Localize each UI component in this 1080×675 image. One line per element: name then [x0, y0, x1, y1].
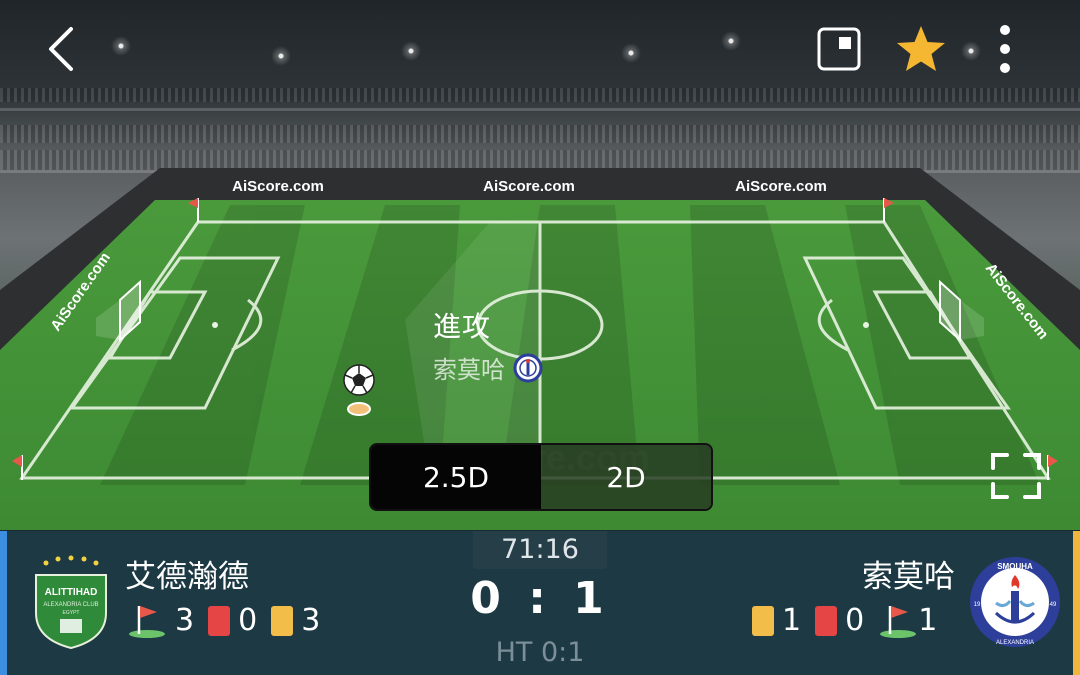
away-red-cards: 0 [815, 603, 864, 638]
away-yellow-cards-count: 1 [782, 603, 802, 638]
ad-text: AiScore.com [735, 178, 827, 195]
corner-flag-icon [129, 605, 165, 638]
away-team-name[interactable]: 索莫哈 [862, 551, 955, 596]
red-card-icon [815, 605, 838, 636]
away-color-bar [1073, 531, 1080, 675]
half-time-score: HT 0:1 [495, 637, 585, 668]
home-red-cards: 0 [208, 603, 257, 638]
home-corners: 3 [127, 603, 194, 638]
away-corners-count: 1 [918, 603, 938, 638]
scoreboard: ALITTIHAD ALEXANDRIA CLUB EGYPT 艾德瀚德 3 0… [0, 531, 1080, 675]
match-tracker-stage: AiScore.com AiScore.com AiScore.com AiSc… [0, 0, 1080, 530]
home-logo-country: EGYPT [63, 610, 80, 616]
match-score: 0 : 1 [470, 573, 610, 624]
chevron-left-icon [49, 27, 73, 71]
home-color-bar [0, 531, 7, 675]
more-vertical-icon [1000, 25, 1010, 73]
home-red-cards-count: 0 [238, 603, 258, 638]
event-label: 進攻 [433, 310, 492, 343]
picture-in-picture-button[interactable] [810, 20, 868, 78]
ball-icon [343, 364, 375, 416]
ad-text: AiScore.com [483, 178, 575, 195]
away-stats: 1 0 1 [752, 603, 937, 638]
home-yellow-cards: 3 [271, 603, 320, 638]
home-logo-text: ALITTIHAD [45, 587, 98, 598]
home-corners-count: 3 [175, 603, 195, 638]
red-card-icon [208, 605, 231, 636]
event-team-name: 索莫哈 [433, 356, 505, 384]
team-crest-icon [513, 353, 543, 382]
star-icon [897, 26, 945, 71]
match-clock: 71:16 [473, 531, 607, 569]
home-team-logo[interactable]: ALITTIHAD ALEXANDRIA CLUB EGYPT [22, 553, 120, 651]
view-option-2-5d[interactable]: 2.5D [371, 445, 541, 509]
event-team: 索莫哈 [433, 350, 543, 385]
corner-flag-icon [880, 605, 917, 638]
favorite-button[interactable] [892, 20, 950, 78]
away-logo-sub: ALEXANDRIA [996, 640, 1034, 646]
home-yellow-cards-count: 3 [301, 603, 321, 638]
yellow-card-icon [271, 605, 294, 636]
picture-in-picture-icon [817, 27, 861, 71]
fullscreen-icon[interactable] [990, 452, 1042, 500]
more-options-button[interactable] [976, 20, 1034, 78]
view-mode-toggle: 2.5D 2D [369, 443, 713, 511]
home-team-name[interactable]: 艾德瀚德 [125, 551, 249, 596]
back-button[interactable] [32, 20, 90, 78]
away-logo-text: SMOUHA [997, 562, 1033, 571]
yellow-card-icon [752, 605, 774, 636]
home-logo-sub: ALEXANDRIA CLUB [43, 602, 98, 608]
ad-text: AiScore.com [232, 178, 324, 195]
away-red-cards-count: 0 [845, 603, 865, 638]
away-team-logo[interactable]: SMOUHA ALEXANDRIA 19 49 [966, 553, 1064, 651]
away-yellow-cards: 1 [752, 603, 801, 638]
away-corners: 1 [878, 603, 937, 638]
home-stats: 3 0 3 [127, 603, 334, 638]
away-logo-year-left: 19 [974, 602, 981, 608]
away-logo-year-right: 49 [1050, 602, 1057, 608]
view-option-2d[interactable]: 2D [541, 445, 711, 509]
